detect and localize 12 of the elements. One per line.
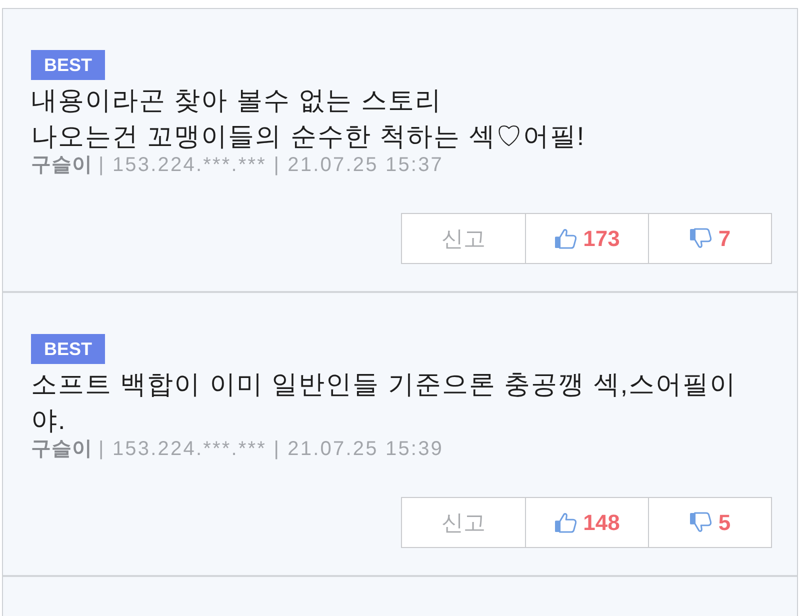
author-name: 구슬이 [31, 438, 92, 460]
comment-info: | 153.224.***.*** | 21.07.25 15:37 [98, 154, 444, 176]
comment-info: | 153.224.***.*** | 21.07.25 15:39 [98, 438, 444, 460]
comment-text: 내용이라곤 찾아 볼수 없는 스토리 나오는건 꼬맹이들의 순수한 척하는 섹♡어필! [31, 84, 586, 153]
thumbs-down-icon [689, 228, 712, 249]
best-badge: BEST [31, 334, 106, 364]
thumbs-down-icon [689, 512, 712, 533]
thumbs-up-icon [554, 228, 578, 249]
thumbs-up-icon [554, 512, 578, 533]
comment-text: 소프트 백합이 이미 일반인들 기준으론 충공깽 섹,스어필이 야. [31, 368, 737, 437]
author-name: 구슬이 [31, 154, 92, 176]
best-badge: BEST [31, 50, 106, 80]
